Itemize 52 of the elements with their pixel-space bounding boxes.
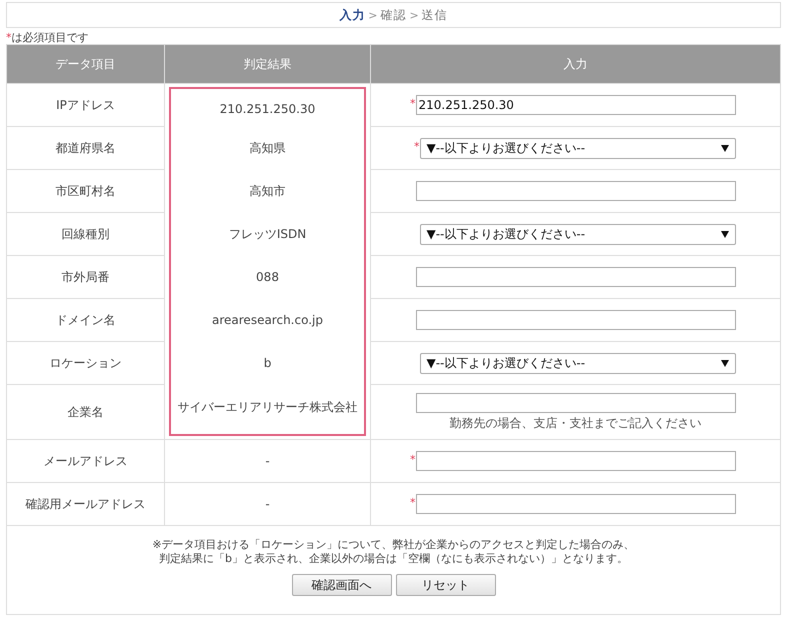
column-header: データ項目 [6,44,164,84]
table-cell: IPアドレス [6,84,164,126]
column-header: 入力 [370,44,780,84]
table-cell: 高知市 [250,182,286,200]
table-cell: 高知県 [250,140,286,156]
input-field[interactable] [416,451,736,471]
input-field[interactable]: 210.251.250.30 [416,95,736,115]
table-cell: 市外局番 [6,256,164,298]
table-cell: 都道府県名 [6,126,164,170]
input-field[interactable] [416,310,736,330]
column-header: 判定結果 [164,44,370,84]
step-separator: > [410,8,419,22]
table-cell: 市区町村名 [6,170,164,212]
confirm-button[interactable]: 確認画面へ [292,574,392,596]
select-field[interactable]: ▼--以下よりお選びください-- [420,138,736,158]
table-cell: フレッツISDN [228,226,306,242]
select-field[interactable]: ▼--以下よりお選びください-- [420,352,736,374]
step-label: 確認 [380,6,406,24]
required-mark: * [410,453,416,466]
select-field[interactable]: ▼--以下よりお選びください-- [420,224,736,244]
required-mark: * [6,32,12,44]
required-mark: * [410,97,416,110]
table-cell: サイバーエリアリサーチ株式会社 [178,399,358,416]
table-cell: - [265,454,270,468]
input-field[interactable] [416,392,736,412]
input-field[interactable] [416,494,736,514]
step-separator: > [368,8,378,22]
table-cell: 企業名 [6,384,164,440]
table-cell: - [265,497,270,511]
step-label: 送信 [422,6,448,24]
table-cell: 確認用メールアドレス [6,482,164,526]
table-cell: arearesearch.co.jp [212,313,323,327]
table-cell: b [264,356,272,370]
reset-button[interactable]: リセット [396,574,496,596]
table-cell: メールアドレス [6,440,164,482]
table-cell: 210.251.250.30 [220,102,316,116]
hint-text: 勤務先の場合、支店・支社までご記入ください [450,414,702,432]
table-cell: ドメイン名 [6,298,164,342]
table-cell: 回線種別 [6,212,164,256]
input-field[interactable] [416,267,736,287]
table-cell: ロケーション [6,342,164,384]
required-mark: * [414,140,420,152]
caret-icon [720,360,728,366]
caret-icon [720,230,728,238]
required-mark: * [410,496,416,509]
footnote-text: 判定結果に「b」と表示され、企業以外の場合は「空欄（なにも表示されない）」となります。 [159,552,628,566]
required-note: は必須項目です [12,32,88,44]
input-field[interactable] [416,181,736,201]
step-label: 入力 [339,6,366,24]
footnote-text: ※データ項目おける「ロケーション」について、弊社が企業からのアクセスと判定した場合のみ、 [152,538,635,552]
table-cell: 088 [256,270,279,284]
caret-icon [720,144,728,152]
